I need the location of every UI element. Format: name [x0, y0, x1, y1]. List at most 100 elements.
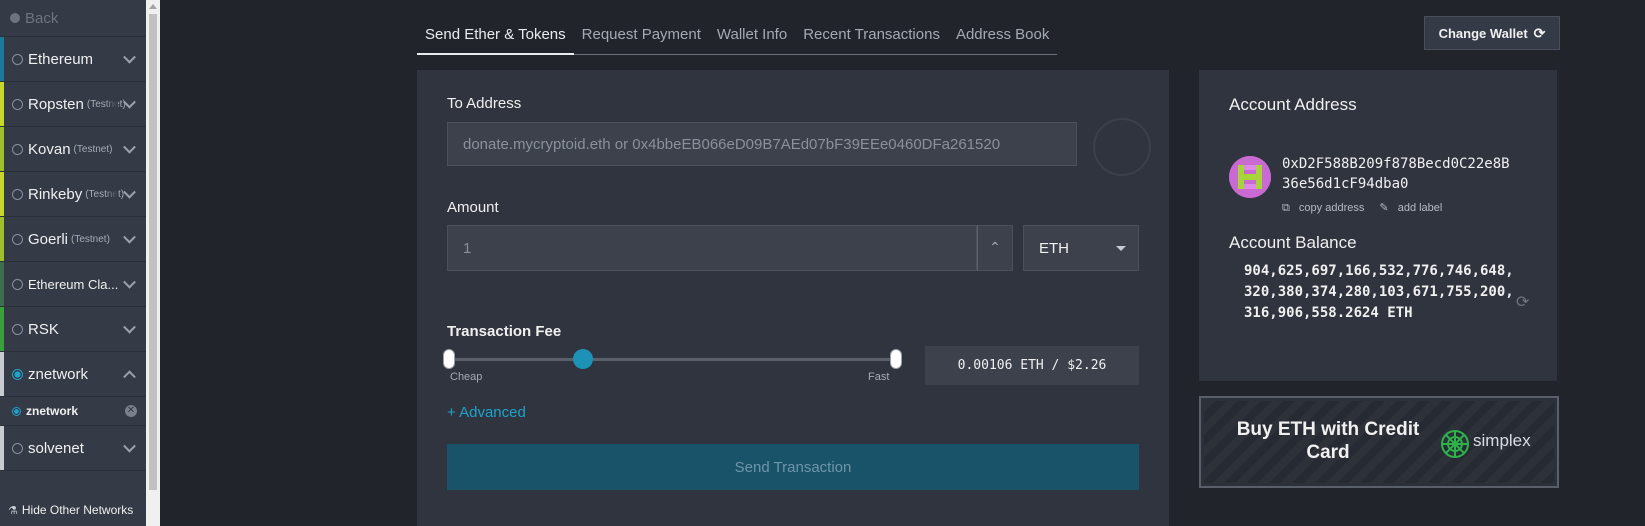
node-item-znetwork[interactable]: znetwork ✕: [0, 397, 146, 426]
chevron-down-icon[interactable]: [123, 320, 136, 334]
network-name: znetwork: [28, 365, 89, 383]
network-color-bar: [0, 127, 4, 171]
to-address-placeholder: donate.mycryptoid.eth or 0x4bbeEB066eD09…: [463, 135, 1001, 153]
unit-dropdown[interactable]: ETH: [1023, 225, 1139, 271]
chevron-down-icon[interactable]: [123, 275, 136, 289]
text-fade: [106, 172, 118, 216]
change-wallet-button[interactable]: Change Wallet ⟳: [1424, 16, 1560, 50]
copy-address-link[interactable]: ⧉ copy address: [1282, 202, 1370, 214]
radio-icon[interactable]: [12, 53, 23, 65]
network-color-bar: [0, 426, 4, 470]
amount-label: Amount: [447, 199, 499, 216]
change-wallet-label: Change Wallet: [1438, 25, 1528, 41]
amount-input[interactable]: 1: [447, 225, 977, 271]
account-identicon: [1229, 156, 1271, 198]
network-tag: (Testnet): [73, 143, 113, 155]
send-transaction-button[interactable]: Send Transaction: [447, 444, 1139, 490]
network-color-bar: [0, 172, 4, 216]
network-item-znetwork[interactable]: znetwork: [0, 352, 146, 397]
sidebar-scrollbar[interactable]: [146, 0, 160, 526]
chevron-down-icon[interactable]: [123, 230, 136, 244]
tab-wallet-info[interactable]: Wallet Info: [709, 20, 795, 54]
network-item-solvenet[interactable]: solvenet: [0, 426, 146, 471]
network-item-rinkeby[interactable]: Rinkeby (Testnet): [0, 172, 146, 217]
copy-address-label: copy address: [1298, 202, 1365, 214]
buy-eth-promo[interactable]: Buy ETH with Credit Card simplex: [1199, 396, 1559, 488]
hide-other-label: Hide Other Networks: [21, 503, 134, 517]
radio-icon[interactable]: [12, 442, 23, 454]
simplex-brand: simplex: [1473, 431, 1531, 450]
chevron-down-icon[interactable]: [123, 50, 136, 64]
network-name: Kovan: [28, 140, 71, 158]
network-name: Ethereum Cla...: [28, 276, 119, 292]
transaction-fee-label: Transaction Fee: [447, 323, 562, 340]
network-tag: (Testnet): [85, 188, 125, 200]
network-color-bar: [0, 37, 4, 81]
network-color-bar: [0, 82, 4, 126]
radio-icon[interactable]: [12, 233, 23, 245]
send-everything-button[interactable]: ⌃: [977, 225, 1013, 271]
network-name: RSK: [28, 320, 59, 338]
flask-icon: ⚗: [8, 504, 18, 517]
network-item-goerli[interactable]: Goerli (Testnet): [0, 217, 146, 262]
tab-send[interactable]: Send Ether & Tokens: [417, 20, 574, 55]
scrollbar-thumb[interactable]: [149, 14, 157, 490]
fee-cheap-label: Cheap: [450, 371, 483, 383]
account-balance-title: Account Balance: [1229, 233, 1357, 252]
radio-icon[interactable]: [12, 98, 23, 110]
to-address-label: To Address: [447, 95, 522, 112]
network-name: solvenet: [28, 439, 84, 457]
address-actions: ⧉ copy address ✎ add label: [1282, 201, 1454, 215]
fee-slider-min-handle: [443, 349, 455, 369]
scroll-up-arrow-icon[interactable]: [149, 4, 157, 9]
copy-icon: ⧉: [1282, 202, 1290, 214]
radio-selected-icon[interactable]: [12, 406, 21, 416]
send-panel: To Address donate.mycryptoid.eth or 0x4b…: [417, 70, 1169, 526]
tab-address-book[interactable]: Address Book: [948, 20, 1057, 54]
network-name: Ropsten: [28, 95, 84, 113]
network-item-ropsten[interactable]: Ropsten (Testnet): [0, 82, 146, 127]
refresh-balance-icon[interactable]: ⟳: [1516, 292, 1529, 312]
network-name: Ethereum: [28, 50, 94, 68]
advanced-link[interactable]: + Advanced: [447, 404, 526, 421]
promo-text: Buy ETH with Credit Card: [1236, 419, 1420, 463]
remove-node-icon[interactable]: ✕: [125, 405, 137, 417]
network-sidebar: Back Ethereum Ropsten (Testnet) Kovan (T…: [0, 0, 146, 526]
simplex-logo-icon: [1441, 430, 1469, 458]
radio-icon[interactable]: [12, 143, 23, 155]
tab-request-payment[interactable]: Request Payment: [574, 20, 709, 54]
network-item-kovan[interactable]: Kovan (Testnet): [0, 127, 146, 172]
fee-slider-track[interactable]: [449, 358, 897, 361]
network-item-rsk[interactable]: RSK: [0, 307, 146, 352]
back-button[interactable]: Back: [0, 0, 146, 37]
account-address-title: Account Address: [1229, 95, 1357, 114]
add-label-link[interactable]: ✎ add label: [1379, 202, 1448, 214]
network-color-bar: [0, 217, 4, 261]
account-balance: 904,625,697,166,532,776,746,648,320,380,…: [1244, 263, 1514, 321]
chevron-down-icon[interactable]: [123, 439, 136, 453]
refresh-icon: ⟳: [1533, 24, 1546, 41]
account-card: Account Address 0xD2F588B209f878Becd0C22…: [1199, 70, 1557, 381]
add-label-label: add label: [1397, 202, 1443, 214]
fee-slider-handle[interactable]: [573, 349, 594, 369]
hide-other-networks-button[interactable]: ⚗ Hide Other Networks: [0, 494, 146, 526]
network-color-bar: [0, 262, 4, 306]
network-color-bar: [0, 307, 4, 351]
unit-value: ETH: [1039, 239, 1069, 257]
radio-icon[interactable]: [12, 323, 23, 335]
caret-down-icon: [1116, 246, 1126, 251]
chevron-up-icon[interactable]: [123, 370, 136, 384]
account-address: 0xD2F588B209f878Becd0C22e8B36e56d1cF94db…: [1282, 156, 1510, 192]
chevron-down-icon[interactable]: [123, 185, 136, 199]
network-item-ethereum[interactable]: Ethereum: [0, 37, 146, 82]
text-fade: [106, 82, 118, 126]
tab-recent-transactions[interactable]: Recent Transactions: [795, 20, 948, 54]
to-address-input[interactable]: donate.mycryptoid.eth or 0x4bbeEB066eD09…: [447, 122, 1077, 166]
radio-icon[interactable]: [12, 188, 23, 200]
network-item-ethereum-classic[interactable]: Ethereum Cla...: [0, 262, 146, 307]
radio-icon[interactable]: [12, 278, 23, 290]
network-name: Goerli: [28, 230, 69, 248]
network-color-bar: [0, 352, 4, 396]
radio-selected-icon[interactable]: [12, 368, 23, 380]
chevron-down-icon[interactable]: [123, 140, 136, 154]
